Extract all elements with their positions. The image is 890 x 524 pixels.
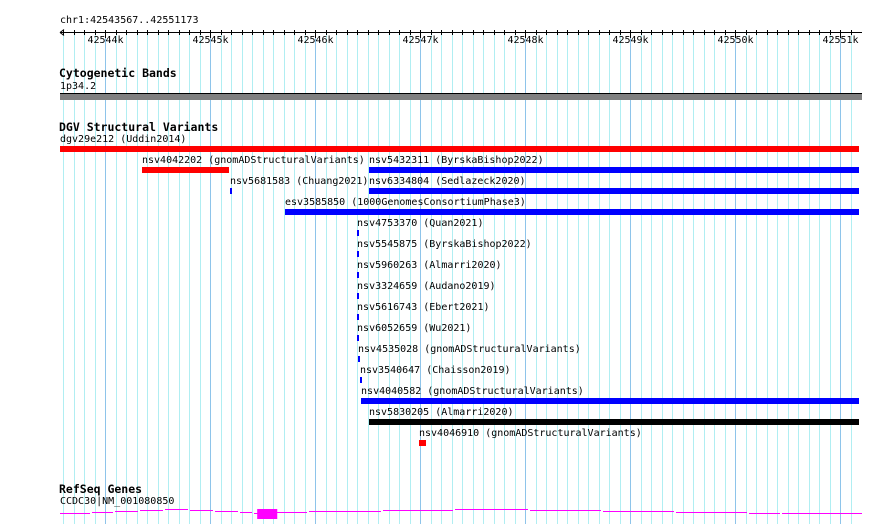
sv-feature-label[interactable]: nsv3324659 (Audano2019): [357, 281, 495, 292]
sv-feature-bar[interactable]: [369, 167, 859, 173]
ruler-tick-label: 42545k: [192, 35, 229, 46]
cytoband-bar[interactable]: [60, 94, 862, 100]
sv-feature-label[interactable]: nsv4046910 (gnomADStructuralVariants): [419, 428, 642, 439]
location-label: chr1:42543567..42551173: [60, 15, 199, 26]
sv-feature-bar[interactable]: [357, 272, 360, 278]
sv-feature-label[interactable]: nsv6334804 (Sedlazeck2020): [369, 176, 526, 187]
ruler-tick-label: 42546k: [297, 35, 334, 46]
dgv-track-title[interactable]: DGV Structural Variants: [59, 121, 218, 134]
sv-feature-bar[interactable]: [357, 335, 360, 341]
sv-feature-bar[interactable]: [60, 146, 859, 152]
sv-feature-bar[interactable]: [369, 188, 859, 194]
sv-feature-label[interactable]: nsv5960263 (Almarri2020): [357, 260, 502, 271]
sv-feature-label[interactable]: nsv5681583 (Chuang2021): [230, 176, 368, 187]
sv-feature-bar[interactable]: [361, 398, 859, 404]
sv-feature-label[interactable]: nsv4042202 (gnomADStructuralVariants): [142, 155, 365, 166]
sv-feature-label[interactable]: nsv4753370 (Quan2021): [357, 218, 483, 229]
gene-intron-line: [60, 509, 862, 514]
sv-feature-label[interactable]: nsv4535028 (gnomADStructuralVariants): [358, 344, 581, 355]
ruler-tick-label: 42550k: [717, 35, 754, 46]
sv-feature-bar[interactable]: [357, 314, 360, 320]
sv-feature-bar[interactable]: [229, 188, 232, 194]
ruler-tick-label: 42548k: [507, 35, 544, 46]
sv-feature-label[interactable]: nsv3540647 (Chaisson2019): [360, 365, 511, 376]
ruler-tick-label: 42544k: [87, 35, 124, 46]
refseq-track-title[interactable]: RefSeq Genes: [59, 483, 142, 496]
sv-feature-label[interactable]: esv3585850 (1000GenomesConsortiumPhase3): [285, 197, 526, 208]
sv-feature-label[interactable]: nsv5545875 (ByrskaBishop2022): [357, 239, 532, 250]
gene-exon[interactable]: [257, 509, 278, 519]
sv-feature-bar[interactable]: [357, 293, 360, 299]
sv-feature-label[interactable]: nsv4040582 (gnomADStructuralVariants): [361, 386, 584, 397]
sv-feature-bar[interactable]: [357, 230, 360, 236]
gene-model[interactable]: [0, 500, 890, 524]
sv-feature-bar[interactable]: [418, 440, 427, 446]
sv-feature-bar[interactable]: [369, 419, 859, 425]
sv-feature-label[interactable]: nsv6052659 (Wu2021): [357, 323, 471, 334]
sv-feature-bar[interactable]: [357, 251, 360, 257]
cytobands-track-title[interactable]: Cytogenetic Bands: [59, 67, 177, 80]
sv-feature-label[interactable]: nsv5616743 (Ebert2021): [357, 302, 489, 313]
ruler-tick-label: 42547k: [402, 35, 439, 46]
ruler-tick-label: 42551k: [822, 35, 859, 46]
sv-feature-label[interactable]: nsv5432311 (ByrskaBishop2022): [369, 155, 544, 166]
sv-feature-bar[interactable]: [142, 167, 230, 173]
sv-feature-bar[interactable]: [359, 377, 362, 383]
sv-feature-bar[interactable]: [357, 356, 360, 362]
sv-feature-label[interactable]: dgv29e212 (Uddin2014): [60, 134, 186, 145]
sv-feature-label[interactable]: nsv5830205 (Almarri2020): [369, 407, 514, 418]
ruler-tick-label: 42549k: [612, 35, 649, 46]
sv-feature-bar[interactable]: [285, 209, 859, 215]
cytoband-label: 1p34.2: [60, 81, 97, 92]
